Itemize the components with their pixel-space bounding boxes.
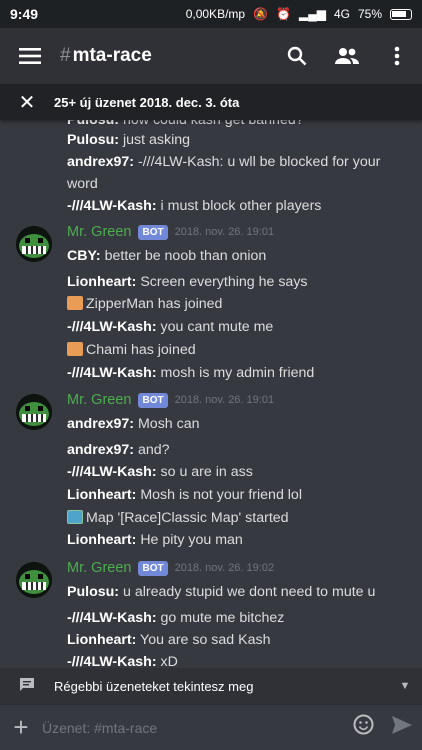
author-name[interactable]: Mr. Green [67,560,131,576]
network-speed: 0,00KB/mp [185,7,246,21]
battery-percent: 75% [357,7,382,21]
network-type: 4G [333,7,350,21]
message-header: Mr. Green BOT 2018. nov. 26. 19:02 [67,560,274,576]
inbox-tray-icon [67,342,83,356]
send-icon[interactable] [382,715,422,741]
message-input[interactable] [42,719,344,736]
channel-toolbar: # mta-race [0,28,422,84]
chevron-down-icon[interactable]: ▼ [388,680,422,692]
message-header: Mr. Green BOT 2018. nov. 26. 19:01 [67,392,274,408]
message-line: Lionheart: Screen everything he says [67,274,308,290]
message-line: -///4LW-Kash: go mute me bitchez [67,610,285,626]
message-line: Pulosu: how could kash get banned? [67,120,304,128]
message-line: Chami has joined [67,342,196,358]
menu-icon[interactable] [0,28,60,84]
message-line: andrex97: and? [67,442,170,458]
search-icon[interactable] [272,28,322,84]
message-line: Lionheart: You are so sad Kash [67,632,271,648]
alarm-icon: ⏰ [276,7,291,21]
message-header: Mr. Green BOT 2018. nov. 26. 19:01 [67,224,274,240]
message-timestamp: 2018. nov. 26. 19:01 [174,226,275,238]
bot-avatar[interactable] [16,226,52,262]
channel-title: # mta-race [60,45,272,67]
emoji-icon[interactable] [344,714,382,741]
message-timestamp: 2018. nov. 26. 19:02 [174,562,275,574]
author-name[interactable]: Mr. Green [67,392,131,408]
message-line: -///4LW-Kash: i must block other players [67,198,322,214]
battery-icon [390,8,412,20]
message-line: Lionheart: He pity you man [67,532,243,548]
world-map-icon [67,510,83,524]
message-line: Pulosu: just asking [67,132,191,148]
bot-avatar[interactable] [16,562,52,598]
bot-badge: BOT [138,392,168,408]
close-icon[interactable]: ✕ [0,90,54,115]
more-icon[interactable] [372,28,422,84]
message-line: -///4LW-Kash: mosh is my admin friend [67,365,315,381]
bot-badge: BOT [138,560,168,576]
message-line: andrex97: Mosh can [67,416,200,432]
author-name[interactable]: Mr. Green [67,224,131,240]
older-messages-label: Régebbi üzeneteket tekintesz meg [54,678,254,694]
message-line: Lionheart: Mosh is not your friend lol [67,487,302,503]
message-line: andrex97: -///4LW-Kash: u wll be blocked… [67,154,381,170]
add-attachment-icon[interactable]: + [0,712,42,743]
message-timestamp: 2018. nov. 26. 19:01 [174,394,275,406]
bot-badge: BOT [138,224,168,240]
channel-name: mta-race [72,45,152,66]
message-icon [0,677,54,696]
message-line: -///4LW-Kash: xD [67,654,178,668]
message-composer: + [0,704,422,750]
bot-avatar[interactable] [16,394,52,430]
signal-icon: ▂▄▆ [298,7,326,21]
message-line: ZipperMan has joined [67,296,222,312]
new-messages-banner[interactable]: ✕ 25+ új üzenet 2018. dec. 3. óta [0,84,422,120]
message-line: -///4LW-Kash: so u are in ass [67,464,253,480]
message-line: CBY: better be noob than onion [67,248,267,264]
members-icon[interactable] [322,28,372,84]
status-bar: 9:49 0,00KB/mp 🔕 ⏰ ▂▄▆ 4G 75% [0,0,422,28]
status-indicators: 0,00KB/mp 🔕 ⏰ ▂▄▆ 4G 75% [186,7,412,21]
older-messages-bar[interactable]: Régebbi üzeneteket tekintesz meg ▼ [0,668,422,704]
message-line: Map '[Race]Classic Map' started [67,510,289,526]
status-time: 9:49 [10,6,39,22]
hash-icon: # [60,45,71,66]
message-line: Pulosu: u already stupid we dont need to… [67,584,376,600]
inbox-tray-icon [67,296,83,310]
message-line: -///4LW-Kash: you cant mute me [67,319,274,335]
banner-text: 25+ új üzenet 2018. dec. 3. óta [54,94,240,110]
message-line: word [67,176,98,192]
mute-icon: 🔕 [253,7,269,21]
message-list[interactable]: Pulosu: how could kash get banned? Pulos… [0,120,422,668]
